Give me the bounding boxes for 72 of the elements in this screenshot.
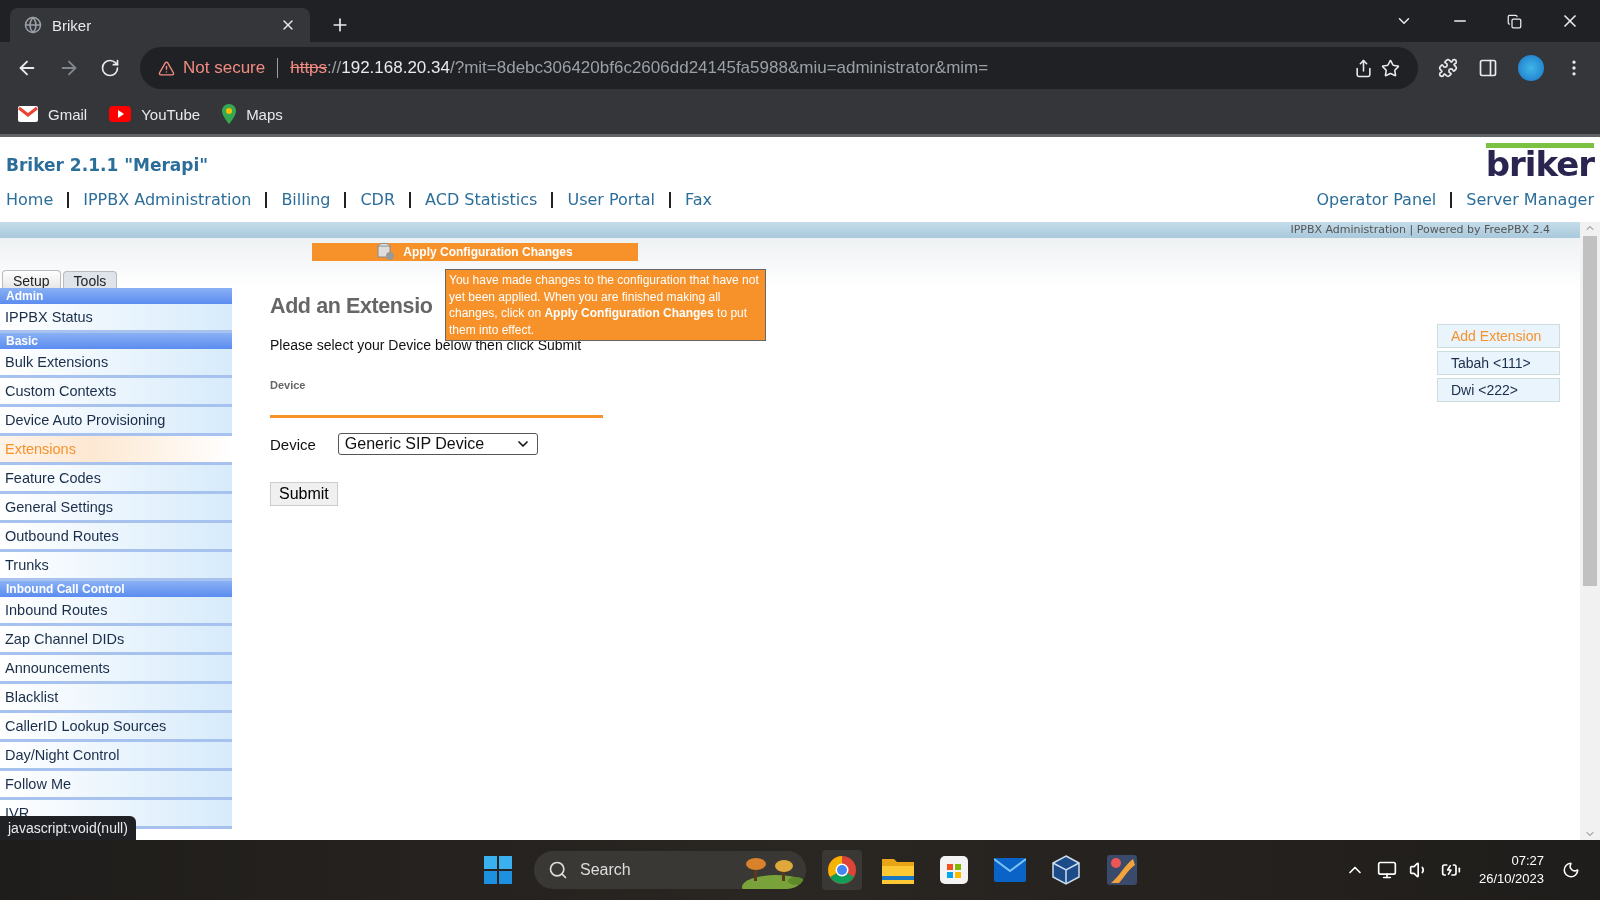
tab-title: Briker	[52, 16, 93, 34]
sidebar-item[interactable]: Trunks	[0, 552, 232, 581]
bookmark[interactable]: YouTube	[109, 105, 201, 123]
nav-link[interactable]: User Portal	[567, 190, 655, 209]
nav-link[interactable]: CDR	[360, 190, 396, 209]
restore-icon[interactable]	[1507, 13, 1522, 29]
address-bar[interactable]: Not secure https://192.168.20.34/?mit=8debc306420bf6c2606dd24145fa5988&miu=administrator&mim=	[140, 47, 1418, 89]
scrollbar-thumb[interactable]	[1583, 236, 1597, 586]
nav-link[interactable]: IPPBX Administration	[83, 190, 252, 209]
globe-icon	[24, 16, 42, 34]
sidebar-item[interactable]: CallerID Lookup Sources	[0, 713, 232, 742]
browser-icon[interactable]	[822, 850, 862, 890]
app-title: Briker 2.1.1 "Merapi"	[6, 154, 209, 175]
logo: briker	[1485, 143, 1594, 180]
sidebar-item[interactable]: Zap Channel DIDs	[0, 626, 232, 655]
nav-link[interactable]: ACD Statistics	[425, 190, 538, 209]
sidebar-item[interactable]: IPPBX Status	[0, 304, 232, 333]
submit-button[interactable]: Submit	[270, 482, 338, 506]
url-scheme: https	[290, 58, 328, 78]
browser-tab[interactable]: Briker	[10, 8, 310, 42]
sidebar-item[interactable]: Follow Me	[0, 771, 232, 800]
search-icon	[548, 860, 568, 880]
url-separator: ://	[327, 58, 342, 78]
section-title: Device	[270, 379, 307, 391]
side-panel-icon[interactable]	[1478, 58, 1498, 78]
field-label: Device	[270, 435, 316, 453]
database-gear-icon	[377, 243, 396, 261]
nav-link[interactable]: Server Manager	[1466, 190, 1594, 209]
sidebar-header: Inbound Call Control	[0, 581, 232, 597]
url-path: /?mit=8debc306420bf6c2606dd24145fa5988&miu=administrator&mim=	[449, 58, 989, 78]
url-host: 192.168.20.34	[341, 58, 450, 78]
sidebar-item[interactable]: Custom Contexts	[0, 378, 232, 407]
link-tooltip: javascript:void(null)	[0, 816, 136, 840]
reload-icon[interactable]	[100, 58, 120, 78]
sidebar-item[interactable]: Bulk Extensions	[0, 349, 232, 378]
extension-link[interactable]: Dwi <222>	[1437, 378, 1560, 402]
scrollbar[interactable]	[1580, 222, 1600, 840]
sidebar-item[interactable]: Day/Night Control	[0, 742, 232, 771]
sidebar-item[interactable]: Outbound Routes	[0, 523, 232, 552]
play-icon	[109, 106, 132, 122]
sidebar-header: Admin	[0, 288, 232, 304]
sidebar-item[interactable]: Feature Codes	[0, 465, 232, 494]
sidebar-item[interactable]: General Settings	[0, 494, 232, 523]
sidebar-item[interactable]: Device Auto Provisioning	[0, 407, 232, 436]
avatar-icon[interactable]	[1518, 55, 1544, 81]
puzzle-icon[interactable]	[1438, 58, 1458, 78]
security-label: Not secure	[183, 58, 266, 78]
map-pin-icon	[222, 104, 237, 124]
network-icon[interactable]	[1376, 860, 1397, 880]
extension-link[interactable]: Tabah <111>	[1437, 351, 1560, 375]
bookmark[interactable]: Maps	[222, 104, 283, 124]
mail-icon	[18, 106, 38, 122]
sidebar-header: Basic	[0, 333, 232, 349]
tooltip: You have made changes to the configuration that have not yet been applied. When you are finished making all changes, click on Apply Configuration Changes to put them into effect.	[445, 269, 766, 341]
warning-icon	[158, 59, 175, 77]
tab[interactable]: Setup	[2, 270, 61, 290]
banner: IPPBX Administration | Powered by FreePBX 2.4	[0, 222, 1580, 238]
nav-link[interactable]: Operator Panel	[1316, 190, 1437, 209]
clock[interactable]: 07:27 26/10/2023	[1478, 852, 1544, 888]
share-icon[interactable]	[1354, 58, 1373, 78]
search-field[interactable]: Search	[534, 851, 806, 889]
nav-link[interactable]: Billing	[281, 190, 331, 209]
device-select[interactable]: Generic SIP Device	[337, 433, 538, 455]
star-icon[interactable]	[1381, 58, 1400, 78]
nav-link[interactable]: Home	[6, 190, 54, 209]
sidebar-item[interactable]: Blacklist	[0, 684, 232, 713]
moon-icon[interactable]	[1562, 861, 1580, 879]
page-heading: Add an Extensio	[270, 294, 433, 319]
nav-link[interactable]: Fax	[684, 190, 712, 209]
sidebar-item[interactable]: Inbound Routes	[0, 597, 232, 626]
bookmark[interactable]: Gmail	[18, 105, 88, 123]
sidebar-item[interactable]: Announcements	[0, 655, 232, 684]
